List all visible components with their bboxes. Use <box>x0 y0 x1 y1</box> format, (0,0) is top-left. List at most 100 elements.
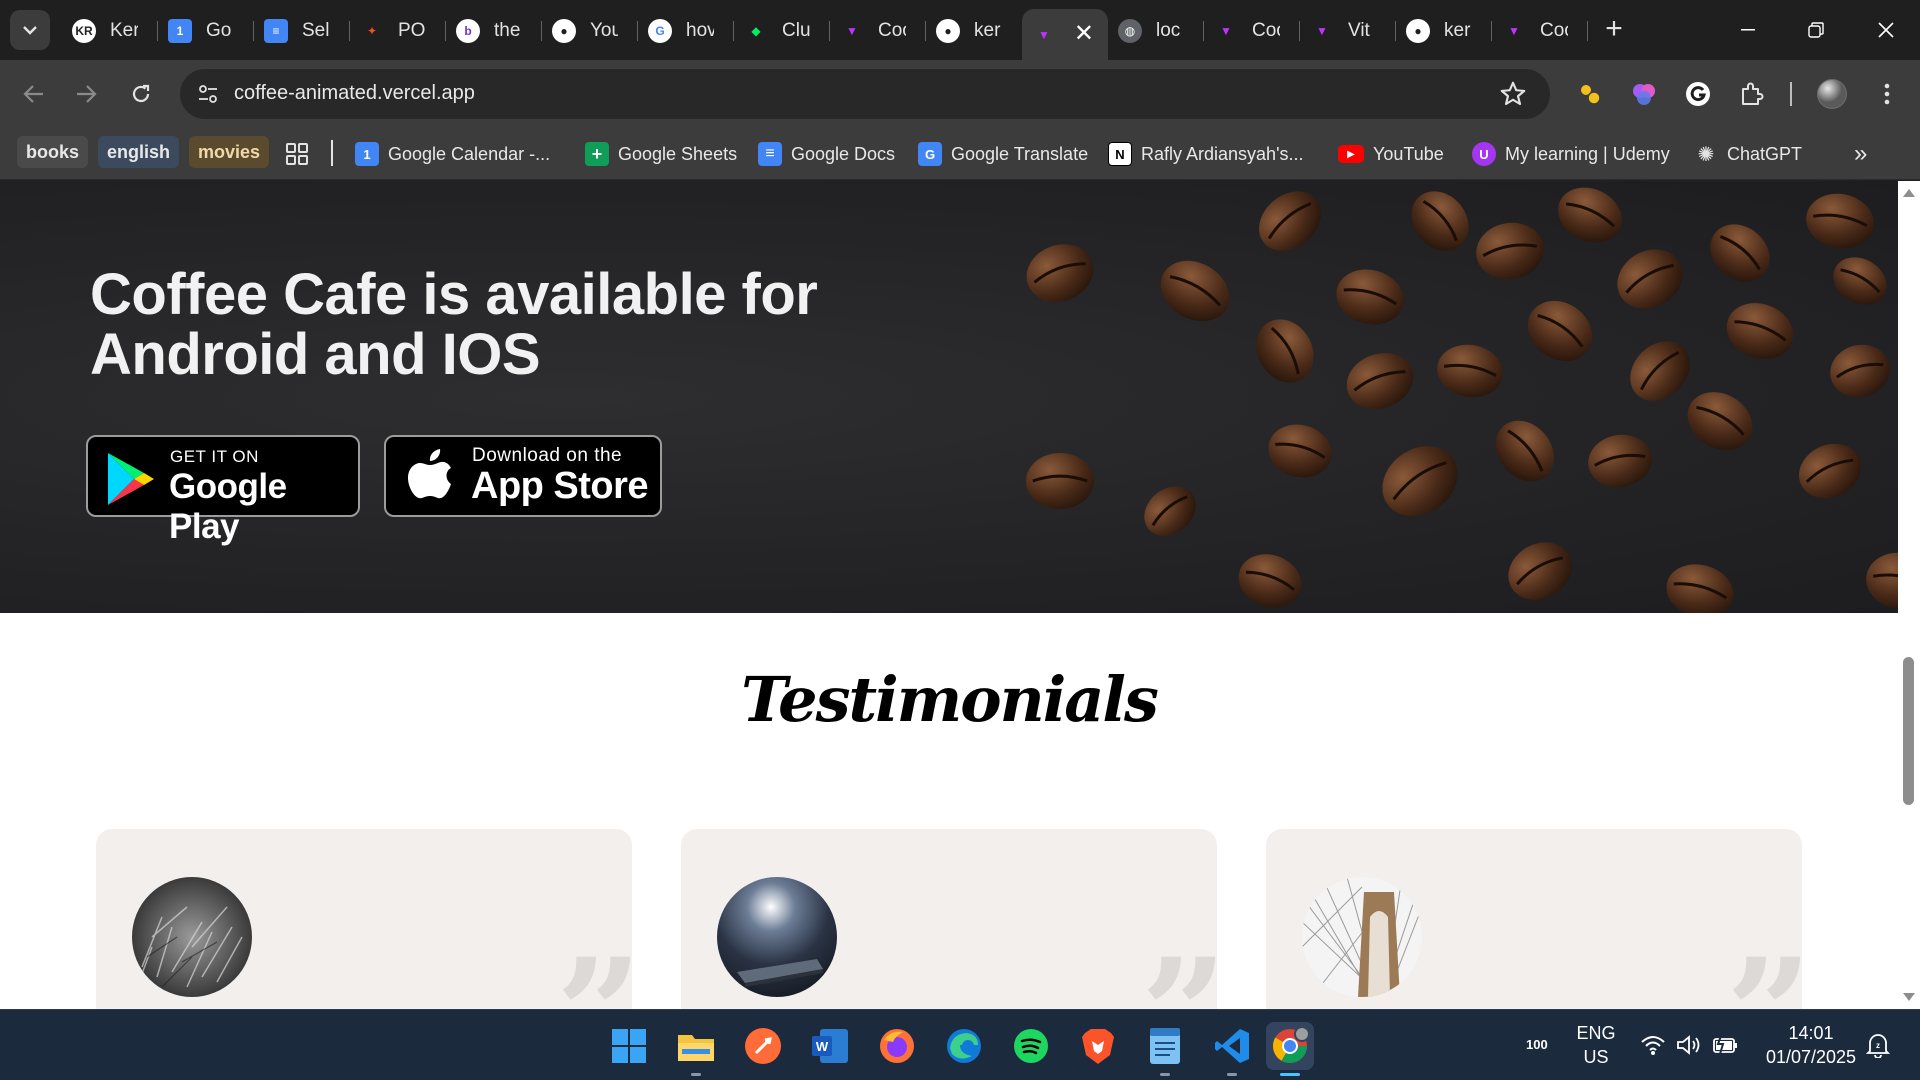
tab-title: Sel <box>302 20 330 41</box>
brain-extension-icon[interactable] <box>1628 78 1660 110</box>
bookmark-notion[interactable]: N Rafly Ardiansyah's... <box>1108 140 1304 168</box>
bookmark-star-icon[interactable] <box>1498 79 1528 109</box>
bookmark-folder-english[interactable]: english <box>98 136 180 168</box>
grammarly-extension-icon[interactable] <box>1682 78 1714 110</box>
toolbar-divider <box>1790 82 1792 106</box>
testimonials-title: Testimonials <box>741 663 1159 736</box>
tab[interactable]: 1 Go <box>158 9 254 53</box>
back-button[interactable] <box>14 74 54 114</box>
tab[interactable]: ✦ PO <box>350 9 446 53</box>
youtube-icon: ▶ <box>1338 145 1364 163</box>
bookmark-folder-movies[interactable]: movies <box>189 136 270 168</box>
page-scrollbar[interactable] <box>1898 181 1920 1009</box>
chrome-button[interactable] <box>1266 1022 1314 1076</box>
bookmark-youtube[interactable]: ▶ YouTube <box>1338 140 1444 168</box>
more-bookmarks-button[interactable]: » <box>1854 140 1867 168</box>
tab[interactable]: ▼ Vit <box>1300 9 1396 53</box>
minimize-icon <box>1741 29 1755 31</box>
restore-button[interactable] <box>1782 0 1850 60</box>
coffee-bean <box>1026 453 1094 509</box>
wifi-icon[interactable] <box>1640 1034 1666 1056</box>
app-download-hero: Coffee Cafe is available for Android and… <box>0 181 1898 613</box>
tab[interactable]: ▼ Coo <box>830 9 926 53</box>
url-text[interactable]: coffee-animated.vercel.app <box>234 82 475 105</box>
bookmark-google-docs[interactable]: ≡ Google Docs <box>758 140 895 168</box>
battery-charging-icon[interactable] <box>1712 1034 1740 1056</box>
tab-active[interactable]: ▼ ✕ <box>1022 9 1108 60</box>
tab-title: Go <box>206 20 232 41</box>
google-translate-icon: G <box>918 142 942 166</box>
windows-start-button[interactable] <box>605 1022 653 1070</box>
vscode-button[interactable] <box>1208 1022 1256 1076</box>
tab[interactable]: b the <box>446 9 542 53</box>
tab-close-icon[interactable]: ✕ <box>1074 19 1094 48</box>
coins-extension-icon[interactable] <box>1574 78 1606 110</box>
spotify-icon <box>1014 1029 1048 1063</box>
word-button[interactable]: W <box>806 1022 854 1070</box>
tab[interactable]: ◆ Clu <box>734 9 830 53</box>
google-play-button[interactable]: GET IT ON Google Play <box>86 435 360 546</box>
tab[interactable]: KR Ker <box>62 9 158 53</box>
bookmark-label: Google Docs <box>791 143 896 164</box>
extensions-puzzle-icon[interactable] <box>1736 78 1768 110</box>
forward-button[interactable] <box>66 74 106 114</box>
coffee-bean <box>1160 260 1230 322</box>
bookmark-label: YouTube <box>1373 143 1444 164</box>
tab[interactable]: ● ker <box>1396 9 1492 53</box>
scroll-down-arrow-icon[interactable] <box>1903 993 1915 1001</box>
notification-bell-icon[interactable]: z <box>1866 1032 1890 1058</box>
app-store-button[interactable]: Download on the App Store <box>384 435 662 517</box>
coffee-bean <box>1630 341 1690 401</box>
tab[interactable]: ▼ Coo <box>1204 9 1300 53</box>
hero-title: Coffee Cafe is available for Android and… <box>90 262 818 387</box>
tab-search-button[interactable] <box>10 10 50 50</box>
tab-title: ker <box>1444 20 1471 41</box>
volume-icon[interactable] <box>1676 1034 1702 1056</box>
minimize-button[interactable] <box>1714 0 1782 60</box>
brave-button[interactable] <box>1074 1022 1122 1070</box>
scroll-up-arrow-icon[interactable] <box>1903 189 1915 197</box>
tab[interactable]: ● You <box>542 9 638 53</box>
coffee-bean <box>1259 191 1321 251</box>
edge-button[interactable] <box>940 1022 988 1070</box>
tab[interactable]: ▼ Coo <box>1492 9 1588 53</box>
google-docs-icon: ≡ <box>758 142 782 166</box>
file-explorer-button[interactable] <box>672 1022 720 1076</box>
battery-level-text[interactable]: 100 <box>1526 1033 1548 1057</box>
bookmark-google-calendar[interactable]: 1 Google Calendar -... <box>355 140 550 168</box>
close-window-button[interactable] <box>1852 0 1920 60</box>
coffee-bean <box>1144 486 1196 536</box>
apps-grid-button[interactable] <box>285 140 309 168</box>
postman-button[interactable] <box>739 1022 787 1070</box>
bookmark-google-translate[interactable]: G Google Translate <box>918 140 1088 168</box>
profile-avatar[interactable] <box>1816 78 1848 110</box>
bookmarks-divider <box>331 140 333 166</box>
tab[interactable]: Ghov <box>638 9 734 53</box>
apps-grid-icon <box>286 143 308 165</box>
tab[interactable]: ≡ Sel <box>254 9 350 53</box>
address-bar[interactable]: coffee-animated.vercel.app <box>180 69 1550 119</box>
tab[interactable]: ● ker <box>926 9 1022 53</box>
new-tab-button[interactable]: + <box>1594 9 1634 49</box>
app-store-small-text: Download on the <box>472 445 623 466</box>
browser-menu-button[interactable] <box>1871 78 1903 110</box>
site-info-icon[interactable] <box>196 82 220 106</box>
scrollbar-thumb[interactable] <box>1903 657 1914 805</box>
bookmark-chatgpt[interactable]: ✺ ChatGPT <box>1694 140 1802 168</box>
chevron-down-icon <box>23 26 37 35</box>
notepad-button[interactable] <box>1141 1022 1189 1076</box>
coffee-bean <box>1687 392 1753 450</box>
bookmark-folder-books[interactable]: books <box>17 136 89 168</box>
tab[interactable]: ◍ loc <box>1108 9 1204 53</box>
language-line: ENG <box>1576 1023 1616 1043</box>
tab-title: You <box>590 20 618 41</box>
bookmark-udemy[interactable]: U My learning | Udemy <box>1472 140 1670 168</box>
spotify-button[interactable] <box>1007 1022 1055 1070</box>
reload-button[interactable] <box>121 74 161 114</box>
clock[interactable]: 14:01 01/07/2025 <box>1756 1021 1866 1069</box>
language-indicator[interactable]: ENG US <box>1576 1021 1616 1069</box>
bookmark-google-sheets[interactable]: + Google Sheets <box>585 140 737 168</box>
firefox-button[interactable] <box>873 1022 921 1070</box>
tab-title: Coo <box>878 20 906 41</box>
coffee-bean <box>1806 193 1874 249</box>
